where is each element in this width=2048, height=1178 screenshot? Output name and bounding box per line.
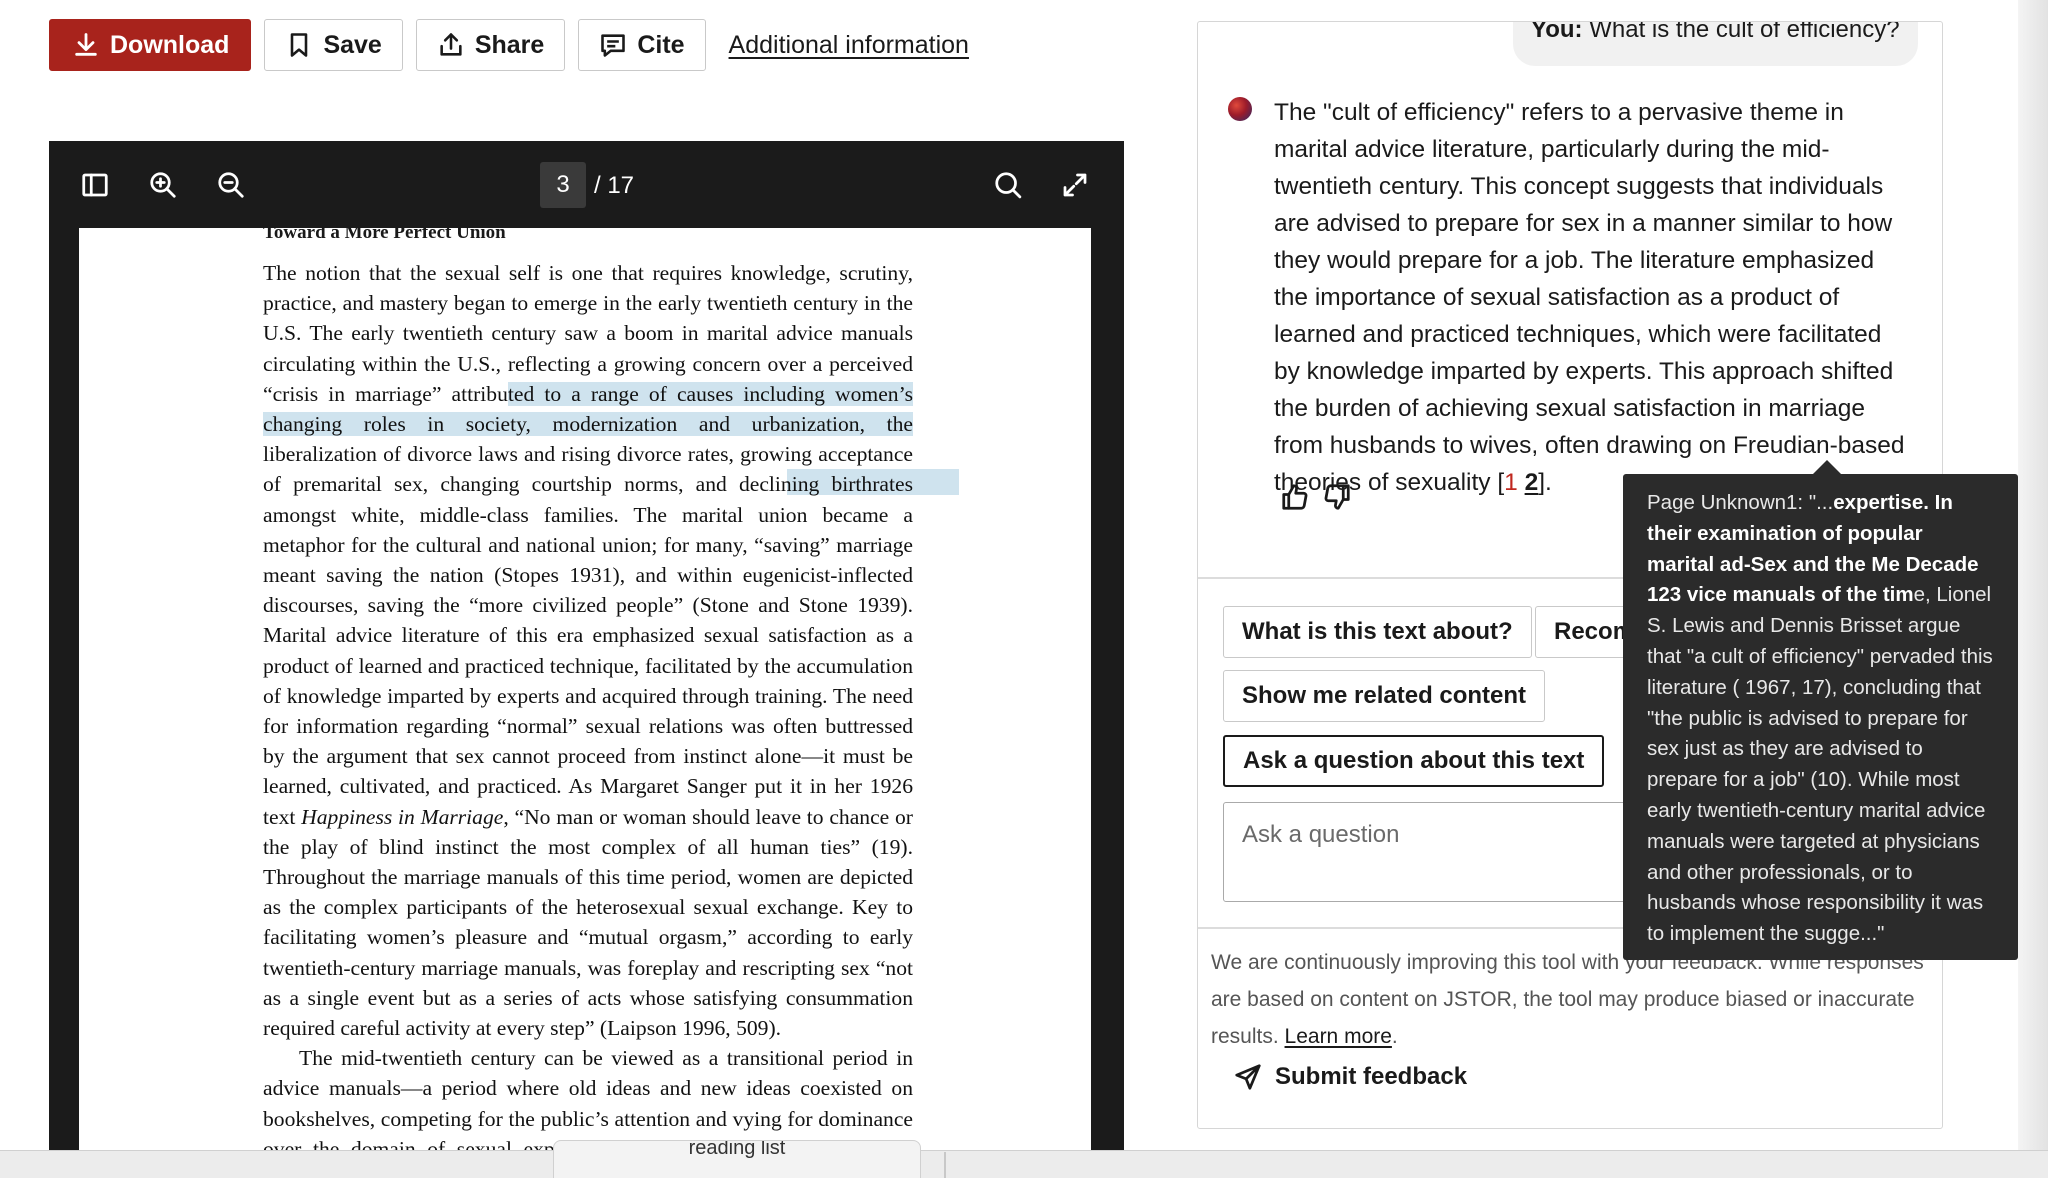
thumbs-up-icon <box>1282 484 1308 510</box>
sidebar-toggle-icon <box>82 173 108 197</box>
zoom-out-icon <box>218 172 244 198</box>
thumbs-up-button[interactable] <box>1280 482 1316 518</box>
bottom-divider <box>944 1152 946 1178</box>
running-head: Toward a More Perfect Union <box>263 228 506 243</box>
sidebar-toggle-button[interactable] <box>75 165 115 205</box>
share-label: Share <box>474 30 545 59</box>
paragraph-1: The notion that the sexual self is one t… <box>263 261 913 1041</box>
bookmark-icon <box>291 33 308 57</box>
search-icon <box>995 172 1022 199</box>
cite-button[interactable]: Cite <box>578 19 706 71</box>
prompt-ask-question-about-text[interactable]: Ask a question about this text <box>1223 735 1605 787</box>
assistant-avatar <box>1228 97 1252 121</box>
send-icon <box>1235 1064 1261 1090</box>
document-page: Toward a More Perfect Union The notion t… <box>79 228 1091 1151</box>
citation-2[interactable]: 2 <box>1525 469 1539 496</box>
cite-label: Cite <box>637 30 685 59</box>
page-total: / 17 <box>594 172 635 199</box>
document-toolbar: Download Save Share Cite Additional info… <box>49 19 969 71</box>
fullscreen-button[interactable] <box>1055 165 1095 205</box>
zoom-in-icon <box>150 172 176 198</box>
save-label: Save <box>323 30 382 59</box>
submit-feedback-button[interactable]: Submit feedback <box>1233 1062 1467 1092</box>
assistant-answer: The "cult of efficiency" refers to a per… <box>1274 99 1905 496</box>
thumbs-down-icon <box>1324 484 1350 510</box>
share-button[interactable]: Share <box>415 19 566 71</box>
citation-tooltip: Page Unknown1: "...expertise. In their e… <box>1623 460 2018 960</box>
additional-information-link[interactable]: Additional information <box>729 31 969 60</box>
zoom-out-button[interactable] <box>211 165 251 205</box>
viewer-toolbar: 3 / 17 <box>49 141 1124 228</box>
pdf-viewer: 3 / 17 Toward a More Perfect Union The n… <box>49 141 1124 1151</box>
save-button[interactable]: Save <box>264 19 403 71</box>
download-button[interactable]: Download <box>49 19 252 71</box>
cite-icon <box>601 34 626 57</box>
user-question: What is the cult of efficiency? <box>1582 21 1900 43</box>
paragraph-2: The mid-twentieth century can be viewed … <box>263 1046 913 1151</box>
you-label: You: <box>1531 21 1583 43</box>
user-question-bubble: You: What is the cult of efficiency? <box>1513 21 1918 66</box>
learn-more-link[interactable]: Learn more <box>1285 1025 1392 1048</box>
citation-1[interactable]: 1 <box>1504 469 1518 496</box>
fullscreen-icon <box>1063 173 1087 197</box>
search-document-button[interactable] <box>988 165 1028 205</box>
thumbs-down-button[interactable] <box>1322 482 1358 518</box>
download-label: Download <box>110 30 230 59</box>
prompt-show-related-content[interactable]: Show me related content <box>1223 670 1546 722</box>
background-window-strip <box>0 1150 2048 1178</box>
book-title: Happiness in Marriage <box>301 804 504 829</box>
prompt-what-is-this-text-about[interactable]: What is this text about? <box>1223 606 1532 658</box>
share-icon <box>440 33 462 56</box>
disclaimer-text: We are continuously improving this tool … <box>1211 951 1924 1048</box>
download-icon <box>75 33 97 56</box>
window-edge-shadow <box>2018 0 2048 1150</box>
submit-feedback-label: Submit feedback <box>1275 1063 1468 1090</box>
page-body-text: The notion that the sexual self is one t… <box>263 258 913 1151</box>
reading-list-tab[interactable]: reading list <box>553 1140 921 1178</box>
page-number-input[interactable]: 3 <box>540 162 586 208</box>
zoom-in-button[interactable] <box>143 165 183 205</box>
